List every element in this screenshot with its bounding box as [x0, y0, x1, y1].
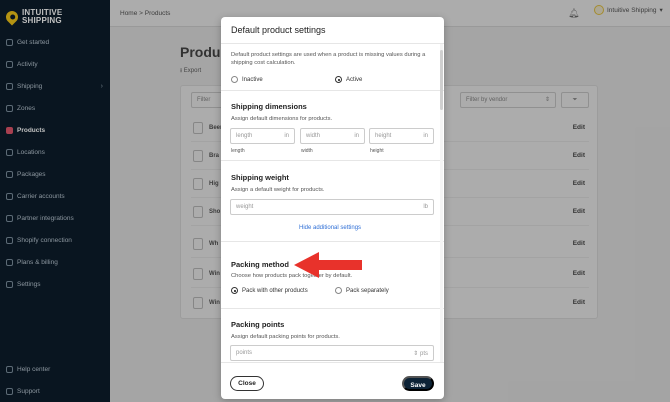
radio-label: Pack with other products [242, 287, 308, 294]
stepper-icon[interactable]: ⇕ [413, 351, 418, 357]
stepper-unit: ⇕ pts [413, 350, 428, 357]
shipping-dimensions-title: Shipping dimensions [231, 102, 307, 111]
radio-label: Active [346, 76, 363, 83]
hide-additional-settings-link[interactable]: Hide additional settings [299, 225, 361, 231]
radio-label: Pack separately [346, 287, 389, 294]
packing-points-desc: Assign default packing points for produc… [231, 334, 340, 340]
unit-label: pts [419, 351, 428, 357]
height-input[interactable]: height in [369, 128, 434, 144]
weight-input[interactable]: weight lb [230, 199, 434, 215]
radio-dot [335, 287, 342, 294]
status-active-radio[interactable]: Active [335, 76, 362, 83]
modal-intro: Default product settings are used when a… [231, 52, 426, 66]
scroll-thumb[interactable] [440, 50, 443, 110]
unit-label: in [284, 133, 289, 139]
radio-label: Inactive [242, 76, 263, 83]
radio-dot [231, 76, 238, 83]
pack-separately-radio[interactable]: Pack separately [335, 287, 389, 294]
pack-with-other-radio[interactable]: Pack with other products [231, 287, 308, 294]
divider [221, 90, 444, 91]
points-input[interactable]: points ⇕ pts [230, 345, 434, 361]
divider [221, 241, 444, 242]
length-input[interactable]: length in [230, 128, 295, 144]
divider [221, 308, 444, 309]
save-button[interactable]: Save [402, 376, 434, 391]
status-inactive-radio[interactable]: Inactive [231, 76, 263, 83]
length-label: length [231, 148, 245, 154]
divider [221, 160, 444, 161]
close-button[interactable]: Close [230, 376, 264, 391]
radio-dot-selected [231, 287, 238, 294]
unit-label: lb [423, 204, 428, 210]
modal-title: Default product settings [221, 17, 444, 44]
unit-label: in [354, 133, 359, 139]
unit-label: in [423, 133, 428, 139]
input-placeholder: length [236, 133, 253, 139]
shipping-dimensions-desc: Assign default dimensions for products. [231, 116, 333, 122]
modal-footer: Close Save [221, 362, 444, 399]
input-placeholder: points [236, 350, 253, 356]
annotation-arrow-icon [294, 252, 362, 278]
input-placeholder: weight [236, 204, 254, 210]
default-product-settings-modal: Default product settings Default product… [221, 17, 444, 399]
packing-method-title: Packing method [231, 260, 289, 269]
width-input[interactable]: width in [300, 128, 365, 144]
width-label: width [301, 148, 313, 154]
height-label: height [370, 148, 384, 154]
packing-points-title: Packing points [231, 320, 285, 329]
modal-scrollbar[interactable] [440, 44, 443, 362]
input-placeholder: width [306, 133, 321, 139]
radio-dot-selected [335, 76, 342, 83]
modal-body[interactable]: Default product settings are used when a… [221, 44, 444, 362]
shipping-weight-title: Shipping weight [231, 173, 289, 182]
shipping-weight-desc: Assign a default weight for products. [231, 187, 325, 193]
input-placeholder: height [375, 133, 392, 139]
sidebar-overlay [0, 0, 110, 402]
